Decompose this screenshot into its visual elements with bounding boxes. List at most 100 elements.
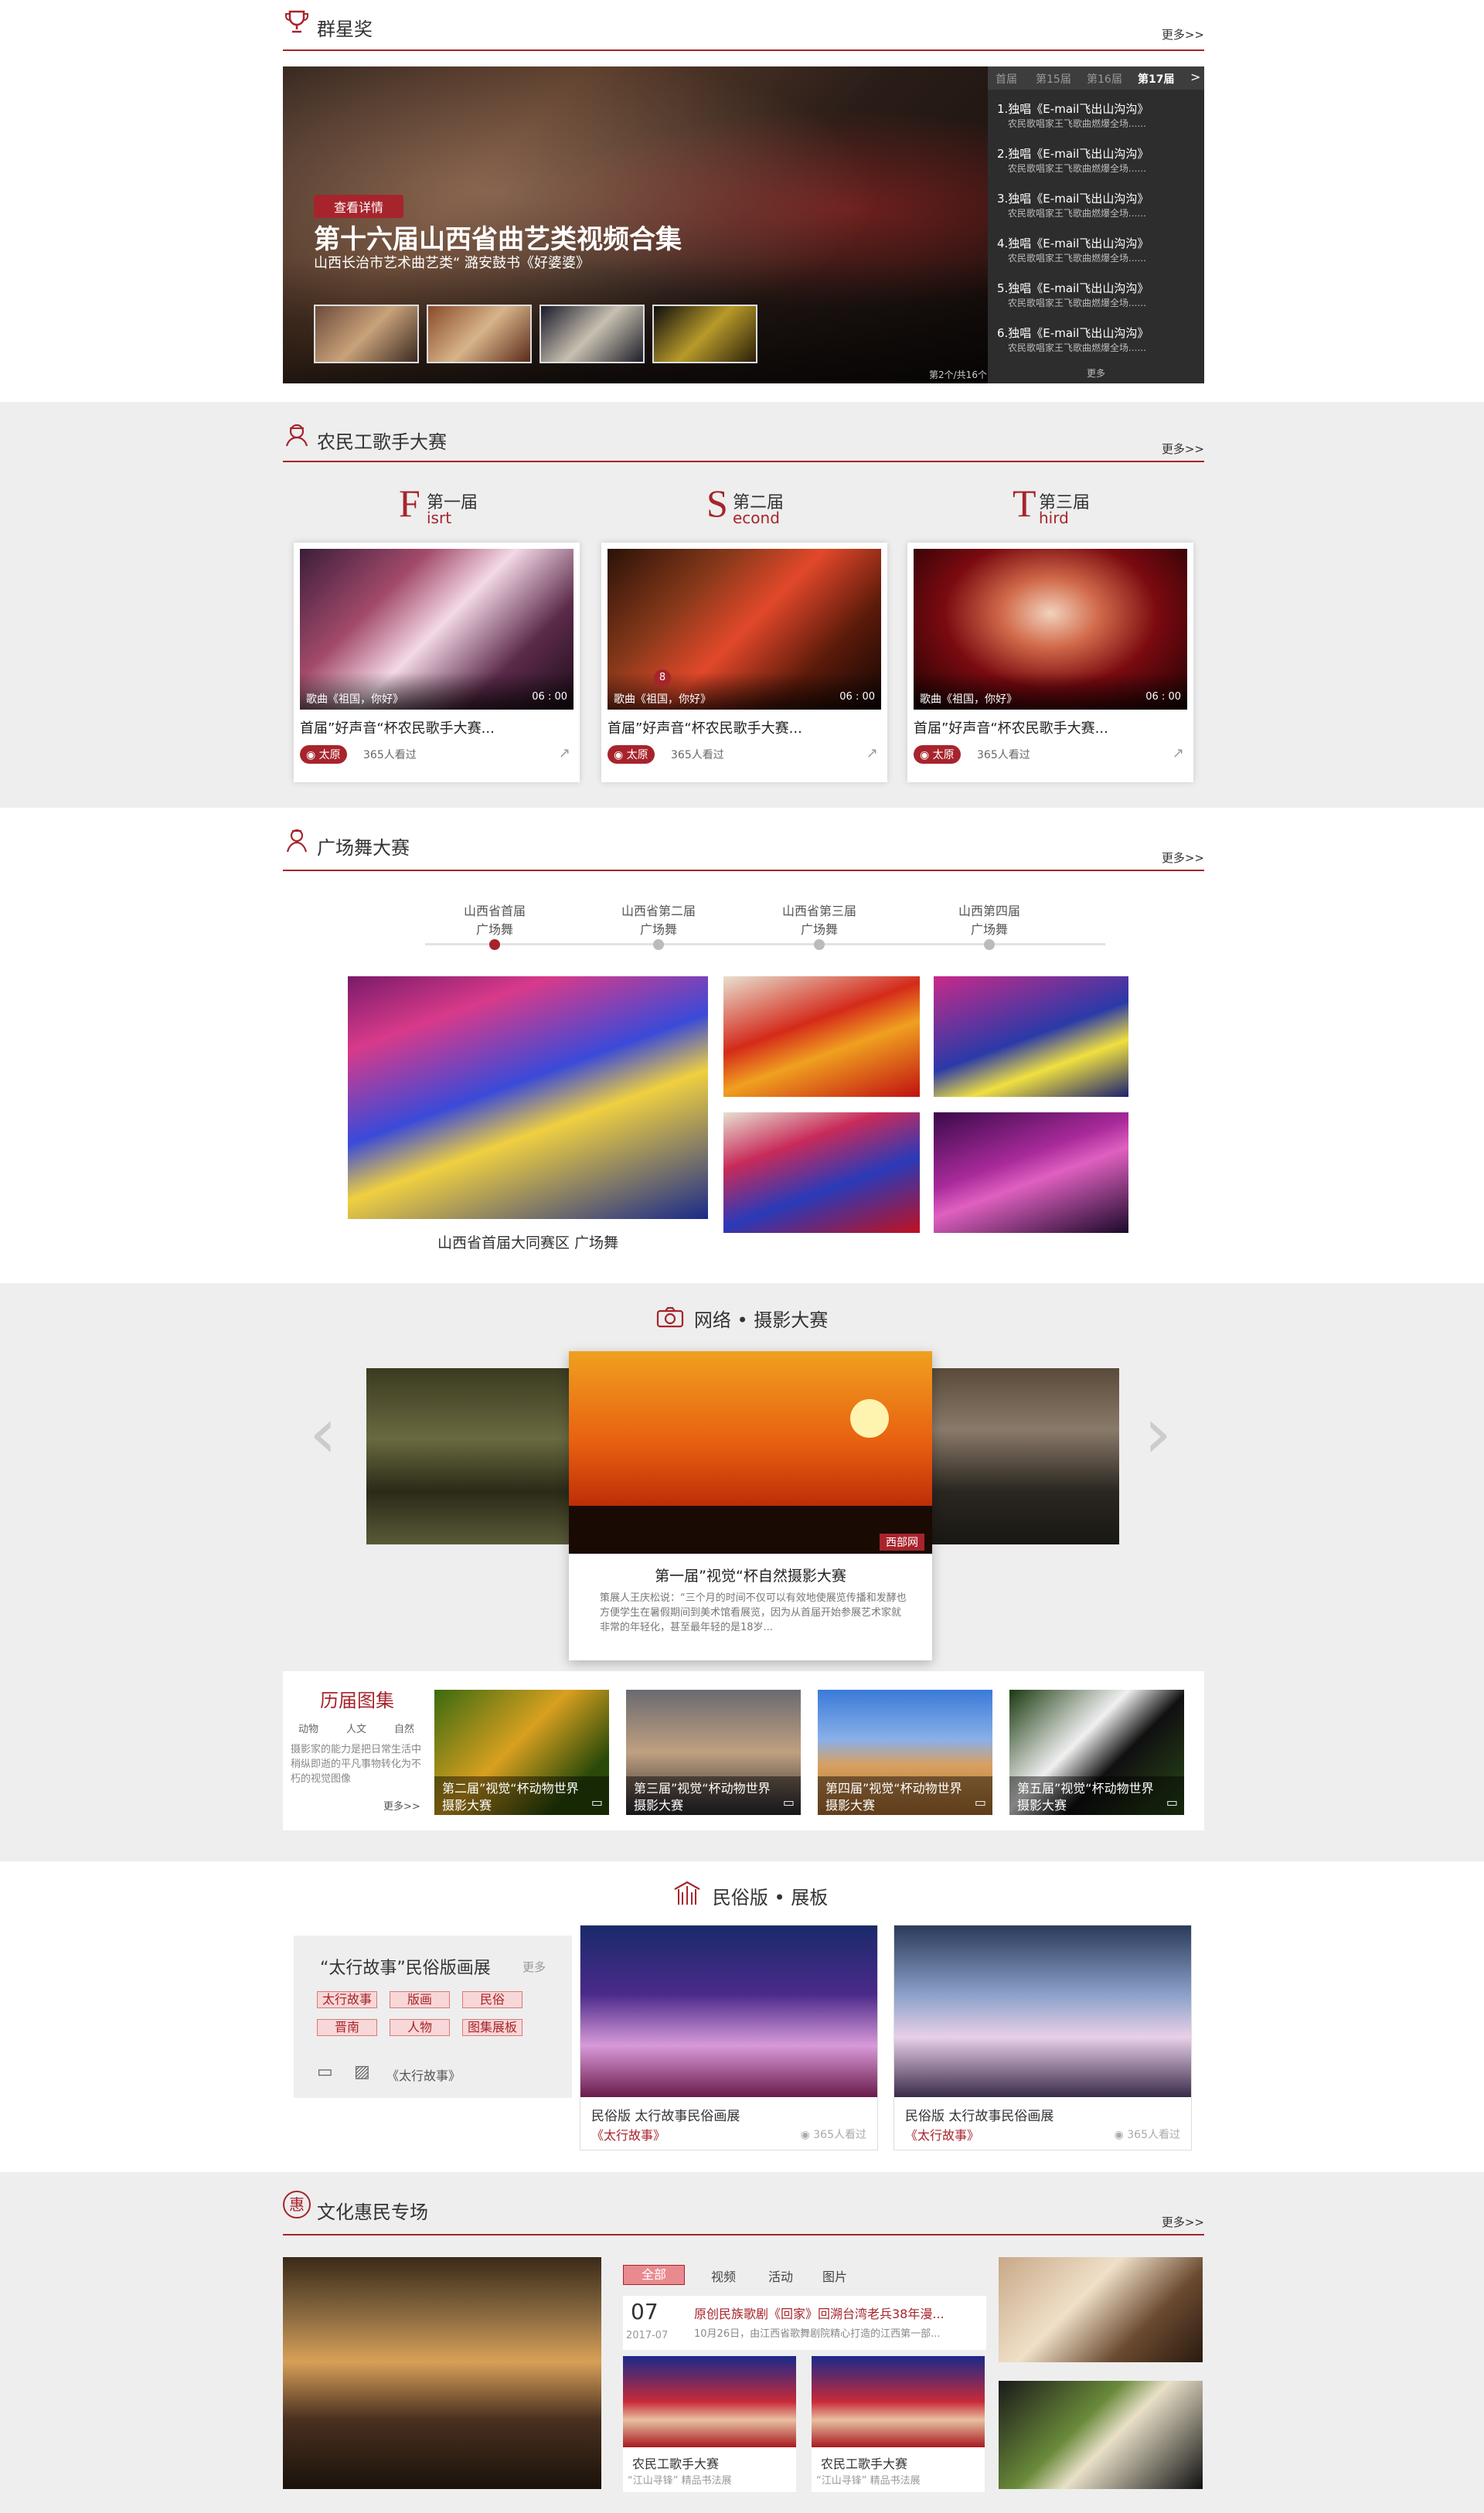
exhibit-photo[interactable] — [999, 2257, 1203, 2362]
album-more-link[interactable]: 更多>> — [383, 1798, 420, 1813]
section-header: 广场舞大赛 更多>> — [283, 826, 1204, 871]
panel-more-link[interactable]: 更多 — [522, 1959, 546, 1975]
singer-card[interactable]: 8 歌曲《祖国，你好》 06 : 00 首届”好声音“杯农民歌手大赛... ◉ … — [601, 543, 887, 782]
gallery-icon: ▭ — [1166, 1795, 1178, 1810]
share-icon[interactable]: ↗ — [866, 745, 878, 761]
video-icon[interactable]: ▭ — [317, 2062, 333, 2082]
folk-photo — [894, 1926, 1191, 2097]
benefit-card[interactable]: 农民工歌手大赛 “江山寻锋” 精品书法展 — [812, 2356, 985, 2492]
tag-chip[interactable]: 太行故事 — [317, 1991, 377, 2008]
video-thumbnail[interactable]: 歌曲《祖国，你好》 06 : 00 — [914, 549, 1187, 710]
edition-heading-1: F 第一届 isrt — [399, 482, 478, 527]
more-link[interactable]: 更多>> — [1162, 850, 1204, 866]
thumb-4[interactable] — [652, 305, 757, 363]
section-square-dance: 广场舞大赛 更多>> 山西省首届 广场舞 山西省第二届 广场舞 山西省第三届 广场舞 … — [0, 808, 1484, 1283]
carousel-prev-arrow[interactable]: ‹ — [309, 1399, 337, 1469]
list-item[interactable]: 6.独唱《E-mail飞出山沟沟》 农民歌唱家王飞歌曲燃爆全场...... — [997, 325, 1198, 354]
dancer-icon — [283, 826, 311, 854]
thumb-1[interactable] — [314, 305, 419, 363]
tag-chip[interactable]: 晋南 — [317, 2019, 377, 2036]
more-link[interactable]: 更多>> — [1162, 441, 1204, 457]
tag-chip[interactable]: 人物 — [390, 2019, 450, 2036]
tab-video[interactable]: 视频 — [711, 2266, 736, 2285]
tab-16[interactable]: 第16届 — [1087, 71, 1122, 87]
section-title: 广场舞大赛 — [317, 837, 410, 859]
list-item[interactable]: 5.独唱《E-mail飞出山沟沟》 农民歌唱家王飞歌曲燃爆全场...... — [997, 280, 1198, 309]
tab-17[interactable]: 第17届 — [1138, 71, 1174, 87]
thumb-2[interactable] — [427, 305, 532, 363]
singer-card[interactable]: 歌曲《祖国，你好》 06 : 00 首届”好声音“杯农民歌手大赛... ◉ 太原… — [907, 543, 1193, 782]
timeline-item-1[interactable]: 山西省首届 广场舞 — [448, 901, 541, 950]
thumb-3[interactable] — [539, 305, 645, 363]
carousel-featured-card[interactable]: 西部网 第一届”视觉“杯自然摄影大赛 策展人王庆松说：“三个月的时间不仅可以有效… — [569, 1351, 932, 1660]
video-duration: 06 : 00 — [1145, 691, 1181, 703]
view-detail-badge[interactable]: 查看详情 — [314, 195, 404, 218]
dance-photo[interactable] — [934, 1112, 1128, 1233]
gate-icon — [672, 1880, 703, 1911]
tab-picture[interactable]: 图片 — [822, 2266, 847, 2285]
list-item[interactable]: 4.独唱《E-mail飞出山沟沟》 农民歌唱家王飞歌曲燃爆全场...... — [997, 235, 1198, 264]
card-subtitle: “江山寻锋” 精品书法展 — [816, 2475, 921, 2487]
list-more-link[interactable]: 更多 — [988, 366, 1204, 380]
tab-activity[interactable]: 活动 — [768, 2266, 793, 2285]
carousel-next-arrow[interactable]: › — [1144, 1399, 1172, 1469]
card-title[interactable]: 首届”好声音“杯农民歌手大赛... — [608, 717, 802, 737]
benefit-card[interactable]: 农民工歌手大赛 “江山寻锋” 精品书法展 — [623, 2356, 796, 2492]
tab-all[interactable]: 全部 — [623, 2265, 685, 2285]
tab-next-arrow[interactable]: > — [1190, 70, 1200, 84]
dance-photo[interactable] — [934, 976, 1128, 1097]
album-tag[interactable]: 人文 — [346, 1721, 366, 1735]
album-panel: 历届图集 动物 人文 自然 摄影家的能力是把日常生活中稍纵即逝的平凡事物转化为不… — [283, 1671, 1204, 1830]
news-item[interactable]: 07 2017-07 原创民族歌剧《回家》回溯台湾老兵38年漫... 10月26… — [623, 2296, 986, 2350]
gallery-item[interactable]: 第二届”视觉“杯动物世界 摄影大赛 ▭ — [434, 1690, 609, 1815]
exhibit-photo[interactable] — [999, 2381, 1203, 2489]
carousel-side-photo-right[interactable] — [917, 1368, 1119, 1544]
timeline-item-3[interactable]: 山西省第三届 广场舞 — [765, 901, 873, 950]
benefit-tabs: 全部 视频 活动 图片 — [623, 2265, 986, 2288]
timeline-item-2[interactable]: 山西省第二届 广场舞 — [604, 901, 713, 950]
benefit-photo — [812, 2356, 985, 2447]
card-title[interactable]: 首届”好声音“杯农民歌手大赛... — [300, 717, 495, 737]
dance-main-photo[interactable] — [348, 976, 708, 1219]
video-thumbnail[interactable]: 8 歌曲《祖国，你好》 06 : 00 — [608, 549, 881, 710]
tag-chip[interactable]: 图集展板 — [462, 2019, 522, 2036]
tab-15[interactable]: 第15届 — [1036, 71, 1071, 87]
section-title: 文化惠民专场 — [317, 2201, 428, 2223]
view-count: ◉ 365人看过 — [800, 2129, 866, 2141]
share-icon[interactable]: ↗ — [559, 745, 570, 761]
tag-chip[interactable]: 版画 — [390, 1991, 450, 2008]
folk-card[interactable]: 民俗版 太行故事民俗画展 《太行故事》 ◉ 365人看过 — [580, 1925, 878, 2150]
tab-first[interactable]: 首届 — [996, 71, 1017, 87]
gallery-item[interactable]: 第四届”视觉“杯动物世界 摄影大赛 ▭ — [818, 1690, 992, 1815]
album-tag[interactable]: 动物 — [298, 1721, 318, 1735]
video-thumbnail[interactable]: 歌曲《祖国，你好》 06 : 00 — [300, 549, 574, 710]
more-link[interactable]: 更多>> — [1162, 2214, 1204, 2230]
album-tag[interactable]: 自然 — [394, 1721, 414, 1735]
map-pin-icon: ◉ — [614, 749, 624, 761]
featured-video-banner[interactable]: 查看详情 第十六届山西省曲艺类视频合集 山西长治市艺术曲艺类“ 潞安鼓书《好婆婆… — [283, 66, 988, 383]
dance-photo[interactable] — [723, 976, 920, 1097]
gallery-hall-photo[interactable] — [283, 2257, 601, 2489]
edition-heading-2: S 第二届 econd — [706, 482, 785, 527]
card-title[interactable]: 首届”好声音“杯农民歌手大赛... — [914, 717, 1108, 737]
album-desc: 摄影家的能力是把日常生活中稍纵即逝的平凡事物转化为不朽的视觉图像 — [291, 1744, 422, 1785]
timeline-item-4[interactable]: 山西第四届 广场舞 — [935, 901, 1043, 950]
list-item[interactable]: 3.独唱《E-mail飞出山沟沟》 农民歌唱家王飞歌曲燃爆全场...... — [997, 190, 1198, 220]
video-duration: 06 : 00 — [839, 691, 875, 703]
section-title: 网络 • 摄影大赛 — [693, 1309, 829, 1331]
folk-card[interactable]: 民俗版 太行故事民俗画展 《太行故事》 ◉ 365人看过 — [893, 1925, 1192, 2150]
dance-photo[interactable] — [723, 1112, 920, 1233]
gallery-item[interactable]: 第五届”视觉“杯动物世界 摄影大赛 ▭ — [1009, 1690, 1184, 1815]
list-item[interactable]: 2.独唱《E-mail飞出山沟沟》 农民歌唱家王飞歌曲燃爆全场...... — [997, 145, 1198, 175]
section-photography: 网络 • 摄影大赛 ‹ › 西部网 第一届”视觉“杯自然摄影大赛 策展人王庆松说… — [0, 1283, 1484, 1861]
edition-heading-3: T 第三届 hird — [1013, 482, 1091, 527]
gallery-item[interactable]: 第三届”视觉“杯动物世界 摄影大赛 ▭ — [626, 1690, 801, 1815]
singer-card[interactable]: 歌曲《祖国，你好》 06 : 00 首届”好声音“杯农民歌手大赛... ◉ 太原… — [294, 543, 580, 782]
share-icon[interactable]: ↗ — [1173, 745, 1184, 761]
view-count: 365人看过 — [671, 749, 724, 761]
carousel-side-photo-left[interactable] — [366, 1368, 569, 1544]
tag-chip[interactable]: 民俗 — [462, 1991, 522, 2008]
more-link[interactable]: 更多>> — [1162, 26, 1204, 43]
image-icon[interactable]: ▨ — [354, 2062, 370, 2082]
list-item[interactable]: 1.独唱《E-mail飞出山沟沟》 农民歌唱家王飞歌曲燃爆全场...... — [997, 100, 1198, 130]
